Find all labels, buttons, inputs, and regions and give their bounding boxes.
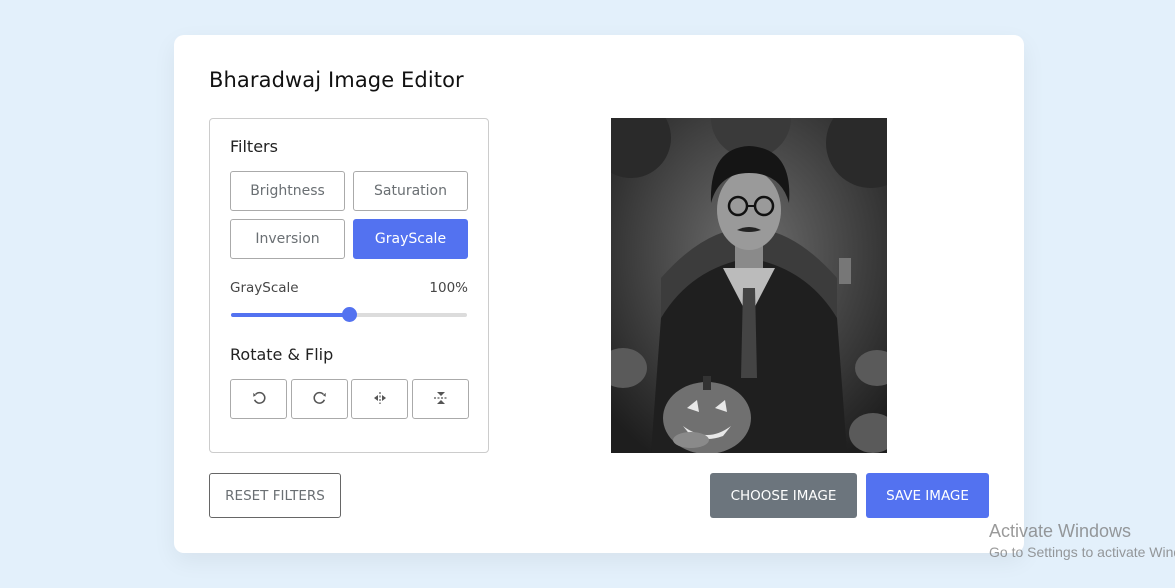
reset-filters-button[interactable]: RESET FILTERS [209,473,341,518]
filter-slider-thumb[interactable] [341,307,357,322]
rotate-left-icon [252,390,266,409]
filter-saturation-button[interactable]: Saturation [353,171,468,211]
filter-brightness-button[interactable]: Brightness [230,171,345,211]
filter-inversion-button[interactable]: Inversion [230,219,345,259]
flip-vertical-icon [433,390,449,409]
watermark-subtitle: Go to Settings to activate Windows. [989,544,1175,560]
activate-windows-watermark: Activate Windows Go to Settings to activ… [989,521,1175,560]
rotate-heading: Rotate & Flip [230,345,334,364]
rotate-left-button[interactable] [230,379,287,419]
slider-value: 100% [429,280,468,296]
slider-info: GrayScale 100% [230,280,468,296]
editor-panel: Filters Brightness Saturation Inversion … [209,118,489,453]
choose-image-button[interactable]: CHOOSE IMAGE [710,473,857,518]
flip-horizontal-button[interactable] [351,379,408,419]
editor-card: Bharadwaj Image Editor Filters Brightnes… [174,35,1024,553]
save-image-button[interactable]: SAVE IMAGE [866,473,989,518]
image-preview [611,118,887,453]
slider-filter-name: GrayScale [230,280,299,296]
preview-image [611,118,887,453]
rotate-right-icon [312,390,327,409]
filters-heading: Filters [230,137,278,156]
flip-vertical-button[interactable] [412,379,469,419]
page-title: Bharadwaj Image Editor [209,68,464,92]
filter-grayscale-button[interactable]: GrayScale [353,219,468,259]
flip-horizontal-icon [372,390,388,409]
rotate-right-button[interactable] [291,379,348,419]
watermark-title: Activate Windows [989,521,1132,541]
